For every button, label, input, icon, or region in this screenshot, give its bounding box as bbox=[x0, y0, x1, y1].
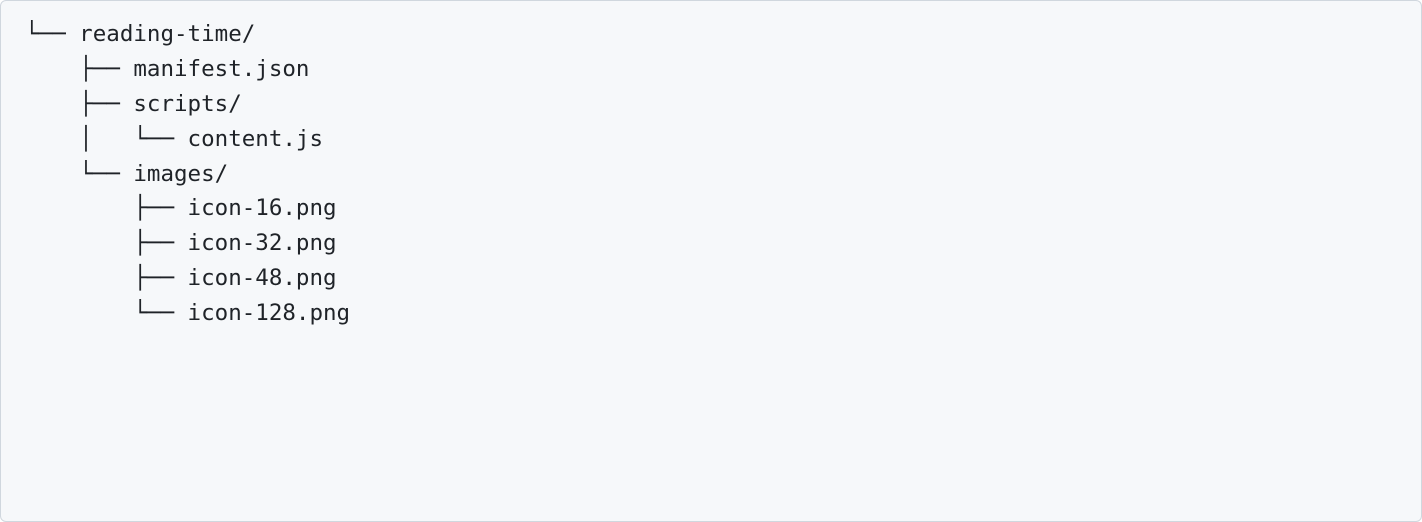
tree-line-icon-32: ├── icon-32.png bbox=[25, 230, 337, 256]
tree-line-icon-128: └── icon-128.png bbox=[25, 300, 350, 326]
tree-line-manifest: ├── manifest.json bbox=[25, 56, 309, 82]
tree-line-content-js: │ └── content.js bbox=[25, 126, 323, 152]
directory-tree-block: └── reading-time/ ├── manifest.json ├── … bbox=[0, 0, 1422, 522]
tree-line-scripts-dir: ├── scripts/ bbox=[25, 91, 242, 117]
tree-line-icon-48: ├── icon-48.png bbox=[25, 265, 337, 291]
tree-line-root: └── reading-time/ bbox=[25, 21, 255, 47]
tree-line-images-dir: └── images/ bbox=[25, 161, 228, 187]
tree-line-icon-16: ├── icon-16.png bbox=[25, 195, 337, 221]
